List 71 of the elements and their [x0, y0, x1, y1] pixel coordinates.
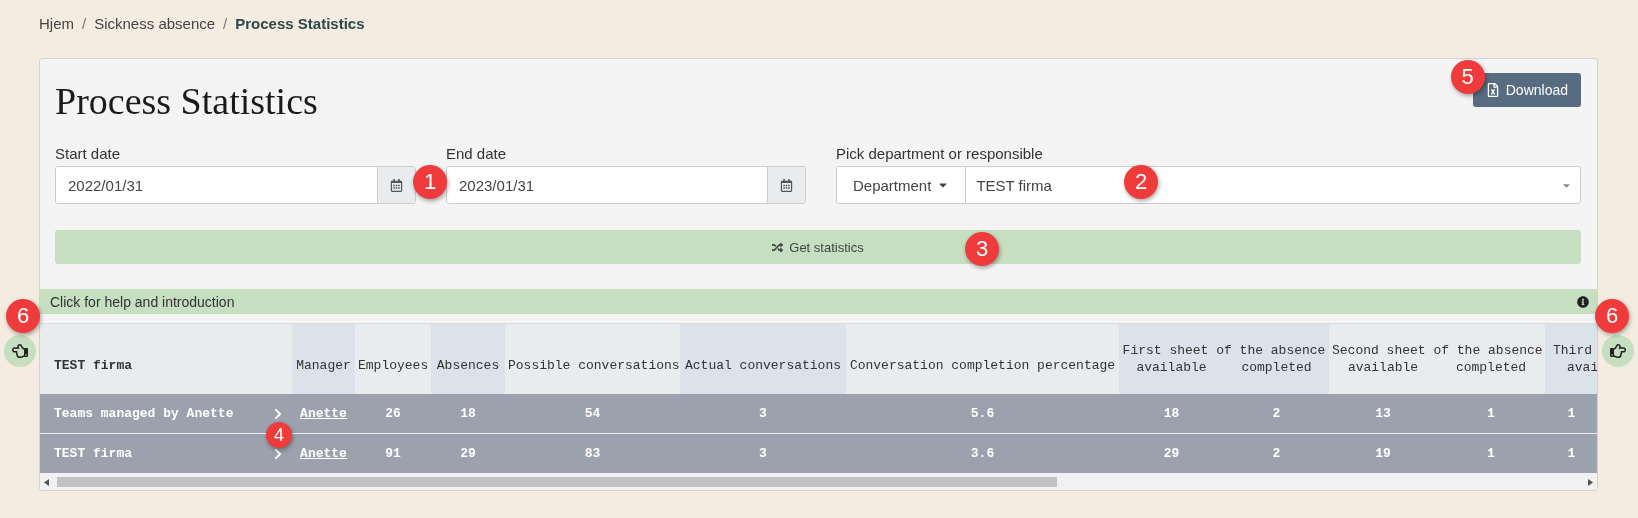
hand-pointing-left-icon [11, 343, 28, 359]
table-cell: 26 [355, 394, 431, 434]
row-name: Teams managed by Anette [54, 406, 234, 421]
table-cell: 18 [1119, 394, 1224, 434]
table-cell: 54 [505, 394, 680, 434]
chevron-right-icon[interactable] [272, 447, 284, 460]
calendar-button[interactable] [377, 167, 415, 203]
breadcrumb-item: Process Statistics [235, 14, 365, 32]
scroll-right-icon[interactable] [1588, 478, 1593, 486]
scroll-left-icon[interactable] [44, 478, 49, 486]
table-cell: 3 [680, 394, 846, 434]
group-header: Third [1545, 324, 1597, 358]
table-cell: 19 [1329, 433, 1437, 474]
callout-marker: 5 [1450, 60, 1485, 94]
column-header: available [1329, 357, 1437, 394]
download-button[interactable]: Download [1472, 73, 1581, 107]
column-header: available [1119, 357, 1224, 394]
field-label: End date [446, 145, 508, 162]
table-cell: 1 [1545, 433, 1597, 474]
date-field[interactable]: 2023/01/31 [446, 166, 806, 204]
column-header: Employees [355, 324, 431, 394]
group-header: First sheet of the absence [1119, 324, 1329, 358]
chevron-right-icon[interactable] [272, 407, 284, 420]
table-cell: 1 [1545, 394, 1597, 434]
table-cell: 3.6 [846, 433, 1119, 474]
column-header: completed [1437, 357, 1545, 394]
breadcrumb-item[interactable]: Hjem [39, 14, 74, 32]
row-name: TEST firma [54, 446, 132, 461]
table-cell: 29 [431, 433, 505, 474]
calendar-icon [780, 178, 793, 192]
table-cell: 1 [1437, 433, 1545, 474]
pointer-button[interactable] [3, 335, 36, 367]
help-text: Click for help and introduction [50, 293, 235, 310]
table-cell: 1 [1437, 394, 1545, 434]
pointer-button[interactable] [1601, 335, 1634, 367]
help-bar[interactable]: Click for help and introduction [40, 289, 1597, 314]
field-label: Pick department or responsible [836, 145, 1044, 162]
horizontal-scrollbar[interactable] [40, 474, 1597, 490]
hand-pointing-right-icon [1609, 343, 1626, 359]
info-icon [1577, 295, 1589, 308]
table-cell: 29 [1119, 433, 1224, 474]
table-cell: 91 [355, 433, 431, 474]
breadcrumb-item[interactable]: Sickness absence [94, 14, 216, 32]
column-header: Conversation completion percentage [846, 324, 1119, 394]
column-header: Possible conversations [505, 324, 680, 394]
breadcrumb-separator: / [223, 14, 228, 32]
table-cell: 5.6 [846, 394, 1119, 434]
date-field[interactable]: 2022/01/31 [55, 166, 416, 204]
breadcrumb-separator: / [82, 14, 87, 32]
table-cell: 2 [1224, 433, 1329, 474]
callout-marker: 6 [6, 299, 40, 333]
column-header: Manager [292, 324, 355, 394]
column-header: completed [1224, 357, 1329, 394]
spreadsheet-file-icon [1485, 83, 1500, 97]
group-header: Second sheet of the absence [1329, 324, 1545, 358]
callout-marker: 6 [1595, 299, 1629, 333]
field-label: Start date [55, 145, 122, 162]
column-header: Absences [431, 324, 505, 394]
calendar-icon [390, 178, 403, 192]
column-header: TEST firma [40, 324, 292, 394]
column-header: avai [1545, 357, 1597, 394]
column-header: Actual conversations [680, 324, 846, 394]
table-cell: 3 [680, 433, 846, 474]
shuffle-icon [772, 241, 784, 253]
calendar-button[interactable] [767, 167, 805, 203]
table-cell: 18 [431, 394, 505, 434]
page-title: Process Statistics [55, 79, 318, 123]
callout-marker: 1 [413, 165, 447, 199]
table-cell: 2 [1224, 394, 1329, 434]
table-cell: 13 [1329, 394, 1437, 434]
table-cell: 83 [505, 433, 680, 474]
